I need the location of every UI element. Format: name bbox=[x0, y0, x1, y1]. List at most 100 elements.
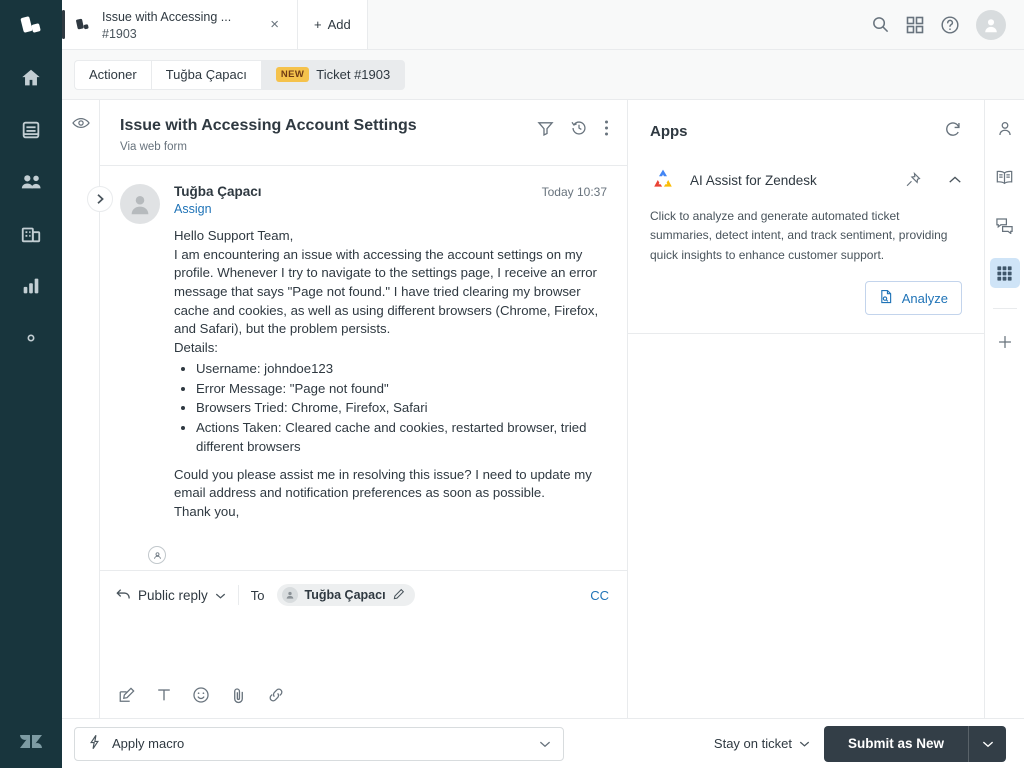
ticket-tab[interactable]: Issue with Accessing ... #1903 × bbox=[62, 0, 298, 49]
left-navigation-rail bbox=[0, 0, 62, 768]
app-card-ai-assist: AI Assist for Zendesk Click to analyze a… bbox=[628, 159, 984, 335]
analyze-button-label: Analyze bbox=[901, 290, 948, 306]
message-greeting: Hello Support Team, bbox=[174, 227, 294, 243]
sidebar-item-home[interactable] bbox=[0, 52, 62, 104]
composer-toolbar bbox=[100, 686, 627, 718]
chevron-up-icon[interactable] bbox=[936, 175, 962, 185]
ticket-channel: Via web form bbox=[120, 140, 187, 153]
reply-arrow-icon bbox=[116, 588, 131, 603]
message-details-label: Details: bbox=[174, 340, 218, 356]
list-item: Error Message: "Page not found" bbox=[196, 380, 607, 399]
context-panel-rail bbox=[984, 100, 1024, 718]
ticket-tab-title: Issue with Accessing ... bbox=[102, 9, 232, 24]
link-icon[interactable] bbox=[267, 686, 285, 704]
sidebar-item-admin[interactable] bbox=[0, 312, 62, 364]
refresh-icon[interactable] bbox=[944, 120, 962, 143]
edit-recipient-icon[interactable] bbox=[393, 588, 405, 603]
sidebar-item-customers[interactable] bbox=[0, 156, 62, 208]
sidebar-item-views[interactable] bbox=[0, 104, 62, 156]
stay-on-ticket-label: Stay on ticket bbox=[713, 736, 792, 751]
requester-badge-icon bbox=[148, 546, 166, 564]
reply-composer: Public reply To Tuğba Çapacı CC bbox=[100, 570, 627, 718]
chevron-down-icon bbox=[539, 736, 551, 751]
expand-conversation-button[interactable] bbox=[87, 186, 113, 212]
recipient-chip[interactable]: Tuğba Çapacı bbox=[276, 584, 415, 606]
breadcrumb-item-actioner[interactable]: Actioner bbox=[74, 59, 151, 90]
breadcrumb-label: Ticket #1903 bbox=[316, 67, 391, 82]
reply-type-label: Public reply bbox=[138, 587, 208, 603]
ticket-tab-number: #1903 bbox=[102, 26, 137, 41]
topbar-actions bbox=[863, 0, 1024, 49]
app-description: Click to analyze and generate automated … bbox=[650, 209, 948, 262]
recipient-name: Tuğba Çapacı bbox=[304, 588, 386, 602]
chevron-down-icon bbox=[215, 588, 226, 603]
zendesk-agent-workspace: Issue with Accessing ... #1903 × + Add A… bbox=[0, 0, 1024, 768]
breadcrumb-label: Tuğba Çapacı bbox=[165, 67, 247, 82]
message-paragraph-2: Could you please assist me in resolving … bbox=[174, 466, 592, 501]
apps-panel-title: Apps bbox=[650, 123, 688, 140]
avatar bbox=[120, 183, 160, 224]
add-app-icon[interactable] bbox=[990, 327, 1020, 357]
reply-type-selector[interactable]: Public reply bbox=[116, 588, 226, 603]
sidebar-item-organizations[interactable] bbox=[0, 208, 62, 260]
filter-icon[interactable] bbox=[537, 120, 554, 142]
apps-grid-icon[interactable] bbox=[906, 16, 924, 34]
avatar[interactable] bbox=[976, 9, 1006, 40]
history-icon[interactable] bbox=[570, 119, 588, 142]
close-tab-icon[interactable]: × bbox=[266, 13, 283, 36]
actioner-logo[interactable] bbox=[0, 0, 62, 52]
breadcrumb-label: Actioner bbox=[89, 67, 137, 82]
help-icon[interactable] bbox=[940, 15, 960, 35]
recipient-avatar-icon bbox=[281, 587, 298, 603]
pin-icon[interactable] bbox=[904, 171, 922, 189]
apps-panel-icon[interactable] bbox=[989, 258, 1020, 288]
breadcrumb-item-ticket[interactable]: NEW Ticket #1903 bbox=[260, 59, 406, 90]
apply-macro-label: Apply macro bbox=[112, 736, 185, 751]
apps-panel-header: Apps bbox=[628, 100, 984, 159]
message-paragraph-1: I am encountering an issue with accessin… bbox=[174, 246, 599, 337]
stay-on-ticket-select[interactable]: Stay on ticket bbox=[714, 736, 810, 751]
message-closing: Thank you, bbox=[174, 504, 240, 520]
follow-eye-icon[interactable] bbox=[71, 116, 90, 135]
emoji-icon[interactable] bbox=[192, 686, 210, 704]
submit-button[interactable]: Submit as New bbox=[823, 725, 968, 762]
compose-icon[interactable] bbox=[118, 686, 136, 704]
message-details-list: Username: johndoe123 Error Message: "Pag… bbox=[174, 360, 607, 457]
message-author: Tuğba Çapacı bbox=[174, 183, 262, 199]
plus-icon: + bbox=[314, 17, 322, 32]
cc-button[interactable]: CC bbox=[590, 588, 609, 603]
composer-header: Public reply To Tuğba Çapacı CC bbox=[100, 571, 627, 606]
add-tab-button[interactable]: + Add bbox=[298, 0, 368, 49]
to-label: To bbox=[250, 587, 265, 603]
zendesk-logo[interactable] bbox=[0, 715, 62, 768]
ticket-header: Issue with Accessing Account Settings Vi… bbox=[100, 100, 627, 166]
text-format-icon[interactable] bbox=[156, 687, 172, 703]
search-icon[interactable] bbox=[871, 15, 890, 34]
app-card-header: AI Assist for Zendesk bbox=[650, 159, 962, 207]
message-header: Tuğba Çapacı Today 10:37 bbox=[174, 184, 607, 199]
assign-link[interactable]: Assign bbox=[174, 202, 607, 216]
ticket-header-actions bbox=[537, 116, 609, 142]
sidebar-item-reporting[interactable] bbox=[0, 260, 62, 312]
reply-textarea[interactable] bbox=[100, 606, 627, 686]
breadcrumb-item-user[interactable]: Tuğba Çapacı bbox=[150, 59, 261, 90]
apps-panel: Apps AI Assist for Zendesk Click to anal… bbox=[628, 100, 984, 718]
ticket-footer: Apply macro Stay on ticket Submit as New bbox=[62, 718, 1024, 768]
apply-macro-select[interactable]: Apply macro bbox=[74, 726, 564, 761]
ai-assist-logo bbox=[650, 167, 676, 193]
app-card-actions: Analyze bbox=[650, 281, 962, 316]
conversations-icon[interactable] bbox=[990, 210, 1020, 240]
app-name: AI Assist for Zendesk bbox=[690, 172, 817, 188]
ticket-header-text: Issue with Accessing Account Settings Vi… bbox=[120, 116, 527, 153]
message-avatar bbox=[120, 183, 166, 564]
analyze-button[interactable]: Analyze bbox=[864, 281, 962, 316]
add-tab-label: Add bbox=[327, 17, 351, 32]
submit-options-icon[interactable] bbox=[968, 725, 1006, 762]
chevron-down-icon bbox=[799, 736, 810, 751]
breadcrumb: Actioner Tuğba Çapacı NEW Ticket #1903 bbox=[62, 50, 1024, 100]
attachment-icon[interactable] bbox=[230, 687, 247, 704]
knowledge-icon[interactable] bbox=[990, 162, 1020, 192]
customer-context-icon[interactable] bbox=[990, 114, 1020, 144]
list-item: Actions Taken: Cleared cache and cookies… bbox=[196, 419, 607, 456]
more-options-icon[interactable] bbox=[604, 119, 609, 142]
